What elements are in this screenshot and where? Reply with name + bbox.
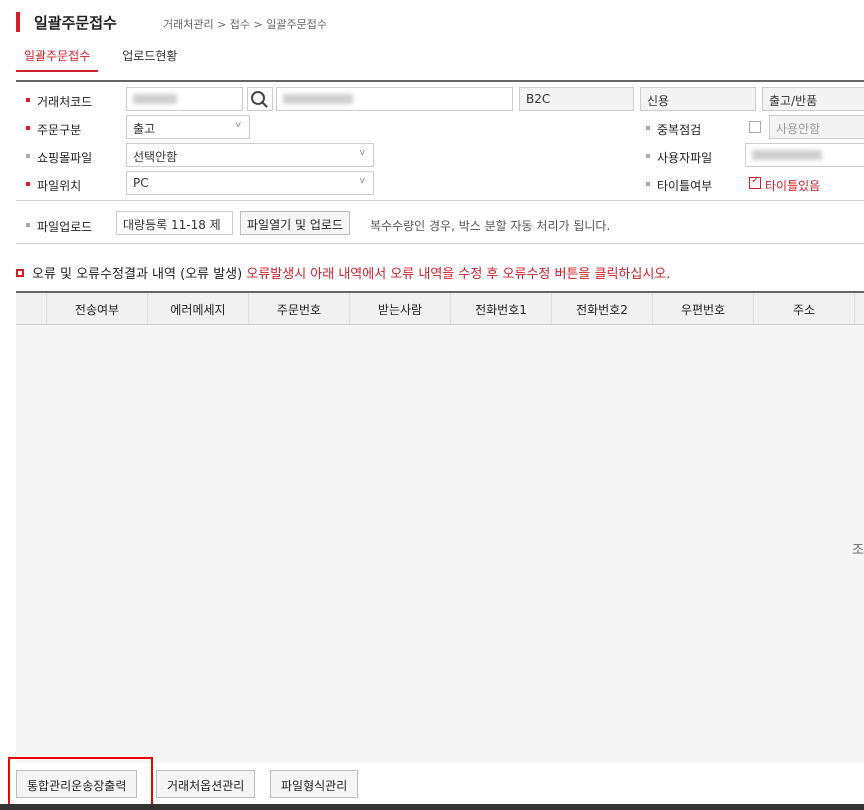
- grid-header: 전송여부 에러메세지 주문번호 받는사람 전화번호1 전화번호2 우편번호 주소: [16, 293, 864, 325]
- client-shipping-field: 출고/반품: [762, 87, 864, 111]
- client-name-field: [276, 87, 513, 111]
- grid-empty-message: 조: [852, 543, 864, 558]
- error-instruction: 오류발생시 아래 내역에서 오류 내역을 수정 후 오류수정 버튼을 클릭하십시…: [246, 267, 671, 282]
- highlight-box: [8, 757, 153, 806]
- search-icon: [251, 91, 268, 108]
- client-credit-field: 신용: [640, 87, 756, 111]
- open-upload-button[interactable]: 파일열기 및 업로드: [240, 211, 350, 235]
- title-accent-bar: [16, 12, 20, 32]
- upload-format-select[interactable]: 대량등록 11-18 제: [116, 211, 233, 235]
- form-row-order-type: 주문구분 출고 중복점검 사용안함: [16, 115, 864, 141]
- grid-header-cell[interactable]: 전화번호2: [552, 293, 653, 324]
- client-search-button[interactable]: [247, 87, 273, 111]
- grid-header-cell[interactable]: 전송여부: [47, 293, 148, 324]
- mall-file-label: 쇼핑몰파일: [25, 151, 93, 165]
- page-title: 일괄주문접수: [34, 14, 117, 32]
- dup-check-label: 중복점검: [645, 123, 702, 137]
- form-row-client: 거래처코드 B2C 신용 출고/반품: [16, 87, 864, 113]
- error-marker-icon: [16, 269, 24, 277]
- error-notice: 오류 및 오류수정결과 내역 (오류 발생) 오류발생시 아래 내역에서 오류 …: [16, 263, 670, 282]
- grid-header-cell[interactable]: 주문번호: [249, 293, 350, 324]
- page: 일괄주문접수 거래처관리 > 접수 > 일괄주문접수 일괄주문접수 업로드현황 …: [0, 0, 864, 810]
- form-row-file-location: 파일위치 PC 타이틀여부 타이틀있음: [16, 171, 864, 197]
- error-grid: 전송여부 에러메세지 주문번호 받는사람 전화번호1 전화번호2 우편번호 주소…: [16, 291, 864, 763]
- client-code-label: 거래처코드: [25, 95, 93, 109]
- user-file-label: 사용자파일: [645, 151, 713, 165]
- order-type-select[interactable]: 출고: [126, 115, 250, 139]
- tab-bulk-order[interactable]: 일괄주문접수: [16, 42, 99, 72]
- grid-header-checkbox-col: [16, 293, 47, 324]
- file-format-button[interactable]: 파일형식관리: [270, 770, 359, 798]
- form-row-upload: 파일업로드 대량등록 11-18 제 파일열기 및 업로드 복수수량인 경우, …: [16, 211, 864, 244]
- grid-header-cell[interactable]: 에러메세지: [148, 293, 249, 324]
- title-option-text: 타이틀있음: [765, 179, 821, 193]
- tab-bar: 일괄주문접수 업로드현황: [16, 42, 201, 72]
- tab-upload-status[interactable]: 업로드현황: [114, 42, 185, 72]
- client-code-field[interactable]: [126, 87, 243, 111]
- error-title: 오류 및 오류수정결과 내역 (오류 발생): [32, 267, 243, 282]
- dup-check-field: 사용안함: [769, 115, 864, 139]
- upload-hint: 복수수량인 경우, 박스 분할 자동 처리가 됩니다.: [370, 219, 611, 233]
- title-option-label: 타이틀여부: [645, 179, 713, 193]
- mall-file-select[interactable]: 선택안함: [126, 143, 374, 167]
- client-option-button[interactable]: 거래처옵션관리: [156, 770, 256, 798]
- grid-header-cell[interactable]: 우편번호: [653, 293, 754, 324]
- file-location-select[interactable]: PC: [126, 171, 374, 195]
- grid-header-cell[interactable]: 받는사람: [350, 293, 451, 324]
- dup-check-checkbox[interactable]: [749, 121, 761, 133]
- breadcrumb: 거래처관리 > 접수 > 일괄주문접수: [163, 18, 327, 31]
- bottom-bar: [0, 804, 864, 810]
- user-file-select[interactable]: [745, 143, 864, 167]
- form-top-divider: [16, 80, 864, 82]
- form-bottom-divider: [16, 200, 864, 201]
- file-upload-label: 파일업로드: [25, 220, 93, 234]
- order-type-label: 주문구분: [25, 123, 82, 137]
- client-type-field: B2C: [519, 87, 634, 111]
- grid-header-cell[interactable]: 주소: [754, 293, 855, 324]
- grid-header-cell[interactable]: 전화번호1: [451, 293, 552, 324]
- form-row-mall-file: 쇼핑몰파일 선택안함 사용자파일: [16, 143, 864, 169]
- file-location-label: 파일위치: [25, 179, 82, 193]
